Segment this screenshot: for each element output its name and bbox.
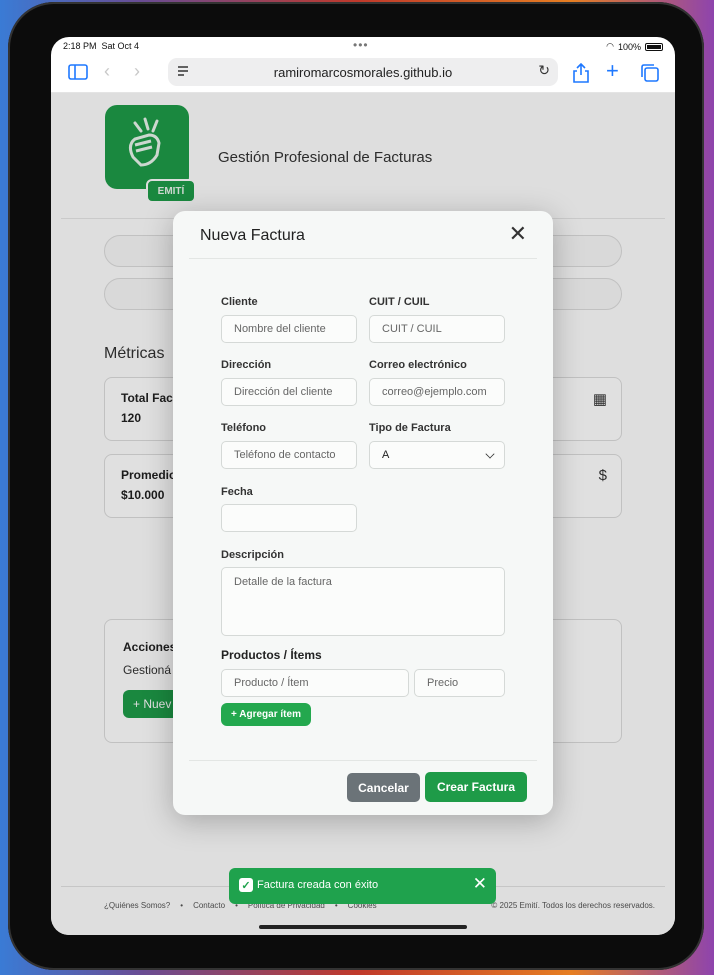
chevron-down-icon bbox=[485, 449, 495, 459]
close-icon[interactable]: ✕ bbox=[509, 223, 527, 245]
fecha-input[interactable] bbox=[221, 504, 357, 532]
ipad-frame: 2:18 PM Sat Oct 4 ••• ◠ 100% ‹ › ramirom… bbox=[8, 2, 704, 970]
home-indicator[interactable] bbox=[259, 925, 467, 929]
label-fecha: Fecha bbox=[221, 486, 253, 498]
label-direccion: Dirección bbox=[221, 359, 272, 371]
cliente-input[interactable]: Nombre del cliente bbox=[221, 315, 357, 343]
label-cliente: Cliente bbox=[221, 296, 258, 308]
modal-header-divider bbox=[189, 258, 537, 259]
page: EMITÍ Gestión Profesional de Facturas Mé… bbox=[51, 93, 675, 935]
tipo-factura-value: A bbox=[382, 449, 390, 461]
sidebar-icon[interactable] bbox=[68, 64, 88, 80]
share-icon[interactable] bbox=[573, 63, 589, 83]
product-input[interactable]: Producto / Ítem bbox=[221, 669, 409, 697]
new-invoice-modal: Nueva Factura ✕ Cliente Nombre del clien… bbox=[173, 211, 553, 815]
direccion-input[interactable]: Dirección del cliente bbox=[221, 378, 357, 406]
wifi-icon: ◠ bbox=[606, 41, 614, 51]
tabs-icon[interactable] bbox=[640, 63, 660, 83]
reader-icon[interactable] bbox=[177, 64, 189, 78]
status-bar: 2:18 PM Sat Oct 4 ••• ◠ 100% bbox=[51, 37, 675, 55]
reload-icon[interactable]: ↻ bbox=[538, 62, 550, 79]
create-invoice-button[interactable]: Crear Factura bbox=[425, 772, 527, 802]
close-icon[interactable]: ✕ bbox=[473, 875, 487, 892]
status-time: 2:18 PM Sat Oct 4 bbox=[63, 41, 140, 51]
cancel-button[interactable]: Cancelar bbox=[347, 773, 420, 802]
products-title: Productos / Ítems bbox=[221, 648, 322, 662]
toast-message: Factura creada con éxito bbox=[257, 879, 379, 891]
add-item-button[interactable]: + Agregar ítem bbox=[221, 703, 311, 726]
browser-toolbar: ‹ › ramiromarcosmorales.github.io ↻ + bbox=[51, 55, 675, 93]
label-correo: Correo electrónico bbox=[369, 359, 467, 371]
url-text: ramiromarcosmorales.github.io bbox=[273, 64, 453, 80]
battery-percent: 100% bbox=[617, 41, 641, 52]
tipo-factura-select[interactable]: A bbox=[369, 441, 505, 469]
check-icon: ✓ bbox=[239, 878, 253, 892]
price-input[interactable]: Precio bbox=[414, 669, 505, 697]
screen: 2:18 PM Sat Oct 4 ••• ◠ 100% ‹ › ramirom… bbox=[51, 37, 675, 935]
cuit-input[interactable]: CUIT / CUIL bbox=[369, 315, 505, 343]
address-bar[interactable]: ramiromarcosmorales.github.io ↻ bbox=[168, 58, 558, 86]
multitask-dots-icon[interactable]: ••• bbox=[353, 38, 369, 52]
back-icon[interactable]: ‹ bbox=[104, 61, 110, 82]
new-tab-icon[interactable]: + bbox=[606, 58, 619, 84]
forward-icon[interactable]: › bbox=[134, 61, 140, 82]
modal-title: Nueva Factura bbox=[200, 227, 305, 244]
battery-indicator: ◠ 100% bbox=[606, 41, 663, 52]
success-toast: ✓ Factura creada con éxito ✕ bbox=[229, 868, 496, 904]
label-cuit: CUIT / CUIL bbox=[369, 296, 430, 308]
label-telefono: Teléfono bbox=[221, 422, 267, 434]
modal-footer-divider bbox=[189, 760, 537, 761]
email-input[interactable]: correo@ejemplo.com bbox=[369, 378, 505, 406]
label-descripcion: Descripción bbox=[221, 549, 284, 561]
battery-icon bbox=[645, 42, 663, 51]
descripcion-textarea[interactable]: Detalle de la factura bbox=[221, 567, 505, 636]
telefono-input[interactable]: Teléfono de contacto bbox=[221, 441, 357, 469]
label-tipo-factura: Tipo de Factura bbox=[369, 422, 451, 434]
